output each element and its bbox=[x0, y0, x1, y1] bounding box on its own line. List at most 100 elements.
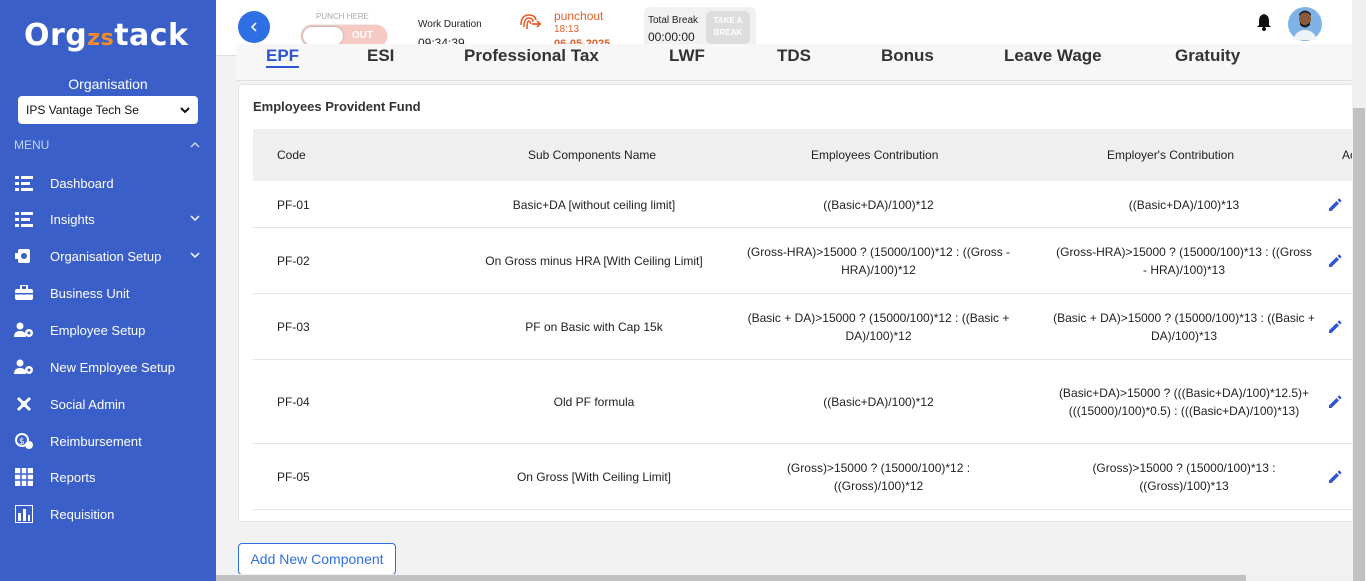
tab-gratuity[interactable]: Gratuity bbox=[1175, 46, 1240, 66]
sidebar-item-employee-setup[interactable]: Employee Setup bbox=[14, 319, 200, 341]
sidebar-item-business-unit[interactable]: Business Unit bbox=[14, 282, 200, 304]
sidebar-item-insights[interactable]: Insights bbox=[14, 208, 200, 230]
menu-header[interactable]: MENU bbox=[14, 138, 200, 152]
header-sub-components-name: Sub Components Name bbox=[528, 148, 657, 162]
cell-employers-contribution: (Gross)>15000 ? (15000/100)*13 : ((Gross… bbox=[1092, 461, 1276, 493]
sidebar-item-reimbursement[interactable]: $ Reimbursement bbox=[14, 430, 200, 452]
cell-code: PF-02 bbox=[277, 254, 310, 268]
cell-employers-contribution: (Basic + DA)>15000 ? (15000/100)*13 : ((… bbox=[1053, 311, 1315, 343]
social-admin-icon bbox=[14, 395, 34, 413]
tab-professional-tax[interactable]: Professional Tax bbox=[464, 46, 599, 66]
cell-employees-contribution: ((Basic+DA)/100)*12 bbox=[823, 395, 934, 409]
tab-bonus[interactable]: Bonus bbox=[881, 46, 934, 66]
back-button[interactable] bbox=[238, 11, 270, 43]
tab-leave-wage[interactable]: Leave Wage bbox=[1004, 46, 1102, 66]
punch-toggle-knob bbox=[303, 27, 343, 45]
table-row: PF-01 Basic+DA [without ceiling limit] ((B… bbox=[253, 181, 1353, 228]
tab-tds[interactable]: TDS bbox=[777, 46, 811, 66]
briefcase-icon bbox=[14, 284, 34, 302]
table-row: PF-02 On Gross minus HRA [With Ceiling Li… bbox=[253, 228, 1353, 294]
dashboard-icon bbox=[14, 174, 34, 192]
sidebar-item-requisition[interactable]: Requisition bbox=[14, 503, 200, 525]
sidebar-item-new-employee-setup[interactable]: New Employee Setup bbox=[14, 356, 200, 378]
sidebar-item-reports[interactable]: Reports bbox=[14, 466, 200, 488]
punch-here-label: PUNCH HERE bbox=[316, 12, 369, 21]
bell-icon[interactable] bbox=[1256, 13, 1272, 31]
sidebar-item-label: Reports bbox=[50, 469, 96, 485]
insights-icon bbox=[14, 210, 34, 228]
epf-card: Employees Provident Fund Code Sub Compon… bbox=[238, 84, 1354, 522]
tab-epf[interactable]: EPF bbox=[266, 46, 300, 68]
sidebar-item-label: Requisition bbox=[50, 506, 115, 522]
table-header: Code Sub Components Name Employees Contr… bbox=[253, 129, 1353, 181]
fingerprint-icon bbox=[520, 14, 542, 30]
avatar[interactable] bbox=[1288, 6, 1322, 42]
cell-sub-component-name: Old PF formula bbox=[553, 395, 635, 409]
cell-sub-component-name: On Gross minus HRA [With Ceiling Limit] bbox=[485, 254, 703, 268]
cell-employers-contribution: ((Basic+DA)/100)*13 bbox=[1128, 197, 1240, 212]
tab-lwf[interactable]: LWF bbox=[669, 46, 705, 66]
chevron-down-icon bbox=[180, 103, 190, 117]
punchout-time: 18:13 bbox=[554, 24, 580, 35]
employee-icon bbox=[14, 321, 34, 339]
horizontal-scrollbar[interactable] bbox=[216, 574, 1352, 581]
edit-icon[interactable] bbox=[1327, 197, 1343, 213]
menu-label: MENU bbox=[14, 138, 50, 152]
sidebar: Orgzstack Organisation IPS Vantage Tech … bbox=[0, 0, 216, 581]
cell-code: PF-01 bbox=[277, 197, 310, 212]
edit-icon[interactable] bbox=[1327, 253, 1343, 269]
tab-esi[interactable]: ESI bbox=[367, 46, 394, 66]
work-duration-label: Work Duration bbox=[418, 19, 482, 30]
header-code: Code bbox=[277, 148, 306, 162]
cell-code: PF-05 bbox=[277, 470, 310, 484]
sidebar-item-organisation-setup[interactable]: Organisation Setup bbox=[14, 245, 200, 267]
sidebar-item-label: Reimbursement bbox=[50, 433, 142, 449]
app-logo: Orgzstack bbox=[24, 18, 189, 53]
edit-icon[interactable] bbox=[1327, 319, 1343, 335]
card-title: Employees Provident Fund bbox=[253, 99, 421, 114]
chevron-down-icon bbox=[190, 214, 200, 225]
take-break-button[interactable]: TAKE A BREAK bbox=[706, 11, 750, 44]
sidebar-item-label: Business Unit bbox=[50, 285, 130, 301]
sidebar-item-label: Social Admin bbox=[50, 396, 126, 412]
sidebar-item-label: Employee Setup bbox=[50, 322, 146, 338]
cell-sub-component-name: Basic+DA [without ceiling limit] bbox=[512, 197, 676, 212]
table-row: PF-03 PF on Basic with Cap 15k (Basic + DA… bbox=[253, 294, 1353, 360]
vertical-scrollbar-thumb[interactable] bbox=[1353, 108, 1365, 581]
punch-state: OUT bbox=[351, 30, 373, 41]
org-setup-icon bbox=[14, 247, 34, 265]
reports-icon bbox=[14, 468, 34, 486]
requisition-icon bbox=[14, 505, 34, 523]
table-row: PF-04 Old PF formula ((Basic+DA)/100)*12 (B… bbox=[253, 360, 1353, 444]
new-employee-icon bbox=[14, 358, 34, 376]
horizontal-scrollbar-thumb[interactable] bbox=[216, 575, 1246, 581]
edit-icon[interactable] bbox=[1327, 469, 1343, 485]
cell-code: PF-03 bbox=[277, 320, 310, 334]
statutory-tabs: EPF ESI Professional Tax LWF TDS Bonus L… bbox=[236, 44, 1354, 81]
organisation-label: Organisation bbox=[68, 76, 148, 92]
cell-employees-contribution: (Gross)>15000 ? (15000/100)*12 : ((Gross… bbox=[786, 461, 971, 493]
sidebar-item-label: Dashboard bbox=[50, 175, 114, 191]
reimbursement-icon: $ bbox=[14, 432, 34, 450]
chevron-up-icon bbox=[190, 138, 200, 152]
sidebar-item-social-admin[interactable]: Social Admin bbox=[14, 393, 200, 415]
cell-employers-contribution: (Basic+DA)>15000 ? (((Basic+DA)/100)*12.… bbox=[1058, 386, 1310, 418]
cell-employers-contribution: (Gross-HRA)>15000 ? (15000/100)*13 : ((G… bbox=[1056, 245, 1312, 277]
cell-code: PF-04 bbox=[277, 395, 310, 409]
svg-text:$: $ bbox=[19, 437, 25, 447]
organisation-select[interactable]: IPS Vantage Tech Se bbox=[18, 96, 198, 124]
organisation-selected-value: IPS Vantage Tech Se bbox=[26, 103, 139, 117]
total-break-value: 00:00:00 bbox=[648, 30, 695, 44]
punchout-label: punchout bbox=[554, 9, 604, 23]
cell-employees-contribution: (Basic + DA)>15000 ? (15000/100)*12 : ((… bbox=[747, 311, 1010, 343]
chevron-down-icon bbox=[190, 251, 200, 262]
cell-sub-component-name: On Gross [With Ceiling Limit] bbox=[516, 470, 672, 484]
header-employees-contribution: Employees Contribution bbox=[811, 148, 939, 162]
vertical-scrollbar[interactable] bbox=[1352, 0, 1366, 581]
add-new-component-button[interactable]: Add New Component bbox=[238, 543, 396, 575]
cell-sub-component-name: PF on Basic with Cap 15k bbox=[525, 320, 663, 334]
sidebar-item-dashboard[interactable]: Dashboard bbox=[14, 172, 200, 194]
cell-employees-contribution: ((Basic+DA)/100)*12 bbox=[823, 197, 934, 212]
total-break-label: Total Break bbox=[648, 15, 699, 26]
edit-icon[interactable] bbox=[1327, 394, 1343, 410]
